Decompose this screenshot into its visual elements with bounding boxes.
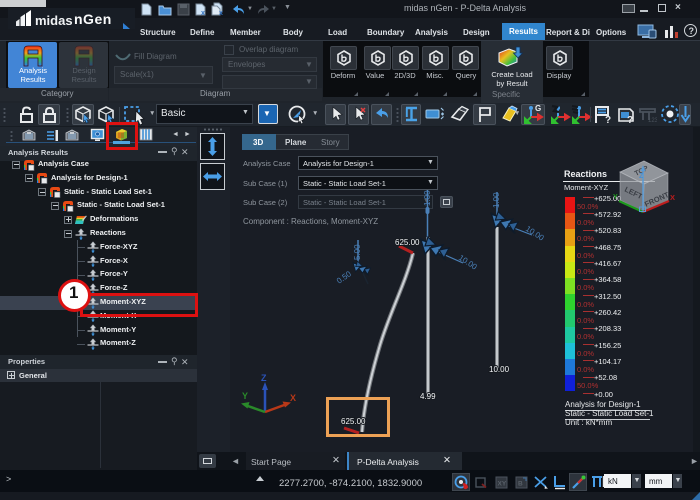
svg-text:4.99: 4.99 [420, 392, 436, 401]
svg-text:Z: Z [261, 373, 267, 383]
svg-text:1.00: 1.00 [492, 192, 501, 208]
svg-text:x: x [201, 10, 205, 16]
svg-text:x: x [219, 10, 223, 16]
svg-text:123: 123 [648, 118, 657, 124]
svg-text:X: X [290, 393, 296, 403]
svg-text:625.00: 625.00 [395, 238, 420, 247]
svg-text:Y: Y [613, 194, 618, 201]
svg-text:5.00: 5.00 [353, 244, 362, 260]
svg-text:?: ? [627, 115, 633, 125]
svg-text:?: ? [605, 115, 611, 125]
svg-text:10.00: 10.00 [524, 224, 546, 243]
svg-text:Z: Z [639, 173, 644, 180]
svg-text:0.50: 0.50 [335, 269, 353, 286]
svg-text:X: X [670, 193, 675, 202]
svg-text:B: B [518, 481, 523, 488]
svg-text:XY: XY [498, 481, 507, 488]
svg-text:1.00: 1.00 [423, 190, 432, 206]
svg-text:Y: Y [242, 391, 248, 401]
svg-text:10.00: 10.00 [457, 253, 479, 272]
svg-text:10.00: 10.00 [489, 365, 510, 374]
